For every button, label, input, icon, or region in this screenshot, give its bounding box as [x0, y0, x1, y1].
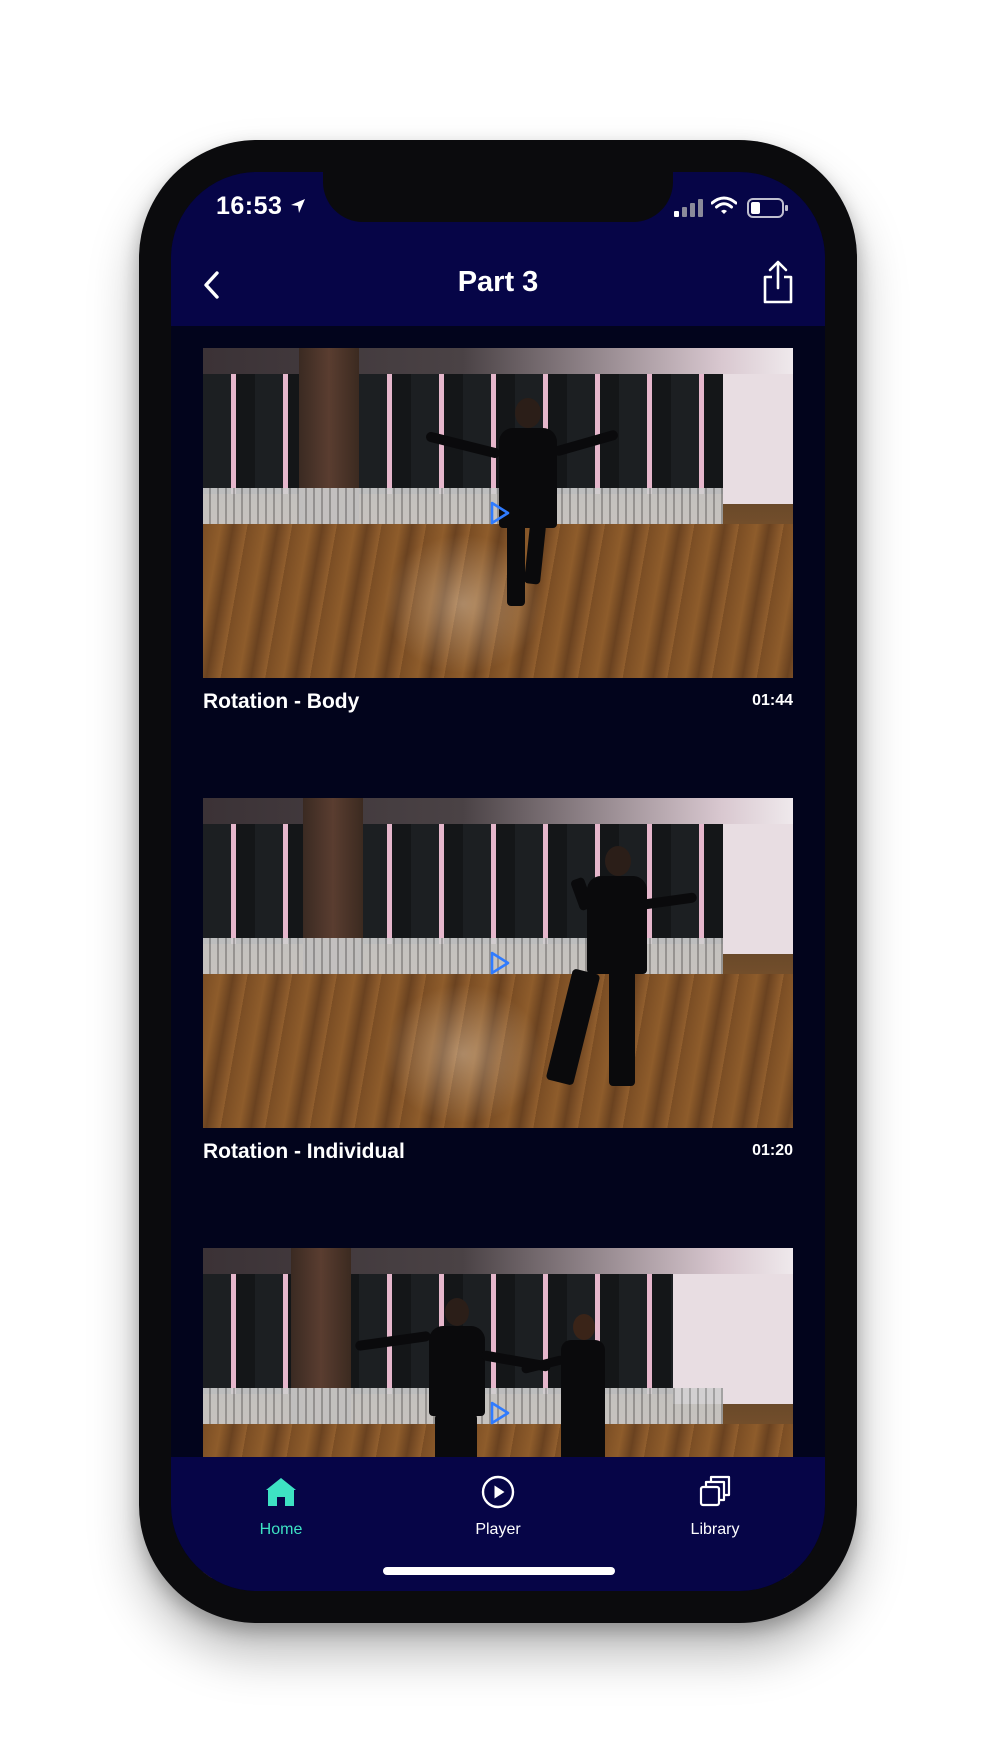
home-indicator[interactable]: [383, 1567, 615, 1575]
cellular-signal-icon: [674, 199, 703, 217]
video-meta: Rotation - Individual 01:20: [203, 1128, 793, 1168]
wifi-icon: [711, 196, 737, 214]
home-icon: [266, 1478, 296, 1506]
video-thumbnail[interactable]: [203, 798, 793, 1128]
navigation-bar: Part 3: [171, 244, 825, 326]
dancer-image: [605, 846, 631, 876]
play-circle-icon: [481, 1475, 515, 1509]
share-icon: [763, 260, 793, 304]
dancer-image: [515, 398, 541, 428]
tab-library[interactable]: Library: [655, 1471, 775, 1541]
video-duration: 01:44: [752, 692, 793, 709]
notch: [323, 172, 673, 222]
video-card[interactable]: Rotation - Individual 01:20: [203, 798, 793, 1168]
phone-screen: 16:53 Part 3 Rotation - Body 01:44 Rotat…: [171, 172, 825, 1591]
video-title: Rotation - Individual: [203, 1140, 405, 1163]
tab-home-label: Home: [259, 1521, 303, 1538]
page-title: Part 3: [457, 266, 539, 298]
location-arrow-icon: [291, 199, 305, 213]
dancer-image: [587, 876, 647, 974]
status-time: 16:53: [216, 192, 283, 220]
share-button[interactable]: [755, 258, 801, 308]
dancer-image: [429, 1326, 485, 1416]
dancer-image: [573, 1314, 595, 1340]
battery-icon: [747, 198, 788, 218]
video-list[interactable]: Rotation - Body 01:44 Rotation - Individ…: [171, 326, 825, 1591]
play-icon[interactable]: [489, 950, 511, 976]
video-duration: 01:20: [752, 1142, 793, 1159]
play-icon[interactable]: [489, 500, 511, 526]
tab-library-label: Library: [690, 1521, 740, 1538]
video-thumbnail[interactable]: [203, 348, 793, 678]
dancer-image: [445, 1298, 469, 1326]
video-title: Rotation - Body: [203, 690, 360, 713]
video-meta: Rotation - Body 01:44: [203, 678, 793, 718]
video-card[interactable]: Rotation - Body 01:44: [203, 348, 793, 718]
tab-player[interactable]: Player: [438, 1471, 558, 1541]
tab-home[interactable]: Home: [221, 1471, 341, 1541]
tab-player-label: Player: [475, 1521, 521, 1538]
library-icon: [699, 1475, 731, 1507]
play-icon[interactable]: [489, 1400, 511, 1426]
